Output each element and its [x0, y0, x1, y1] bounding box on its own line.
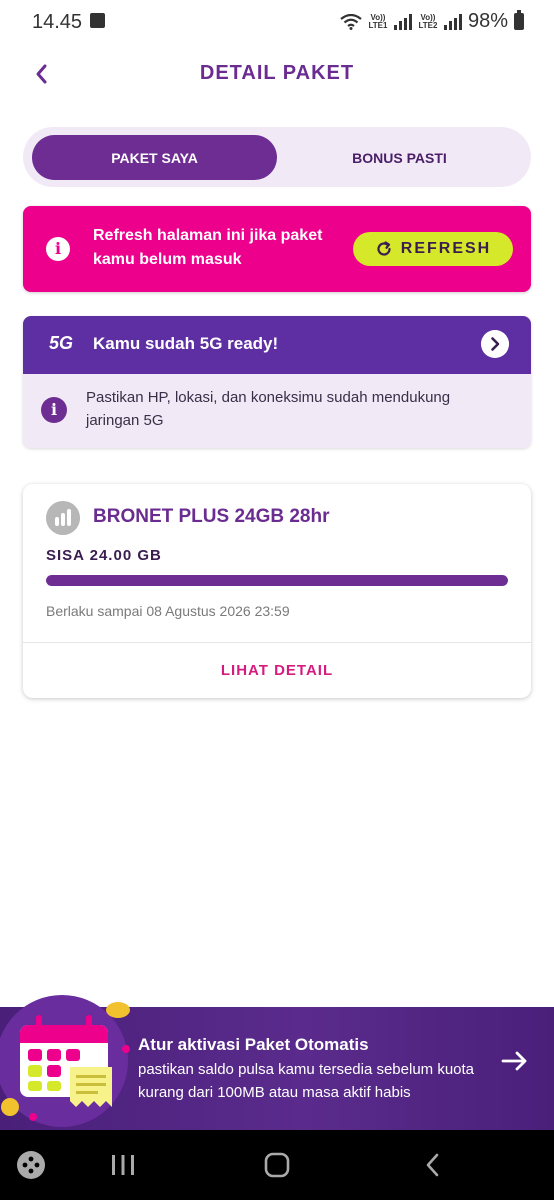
refresh-message: Refresh halaman ini jika paket kamu belu…: [93, 227, 323, 268]
promo-body: pastikan saldo pulsa kamu tersedia sebel…: [138, 1061, 475, 1101]
tab-paket-saya[interactable]: PAKET SAYA: [32, 135, 277, 180]
signal-bars-icon: [393, 13, 412, 30]
page-header: DETAIL PAKET: [0, 52, 554, 96]
refresh-button-label: REFRESH: [400, 240, 492, 257]
info-icon: i: [41, 397, 67, 423]
quota-progress-fill: [46, 575, 508, 586]
tab-bar: PAKET SAYA BONUS PASTI: [23, 127, 531, 187]
package-card: BRONET PLUS 24GB 28hr SISA 24.00 GB Berl…: [23, 484, 531, 698]
quota-progress-bar: [46, 575, 508, 586]
notification-check-icon: [90, 13, 105, 28]
calendar-illustration-icon: [0, 995, 130, 1127]
package-name: BRONET PLUS 24GB 28hr: [93, 506, 330, 527]
fiveg-info-text: Pastikan HP, lokasi, dan koneksimu sudah…: [86, 389, 451, 429]
package-validity: Berlaku sampai 08 Agustus 2026 23:59: [46, 603, 290, 619]
system-navigation-bar: [0, 1130, 554, 1200]
page-title: DETAIL PAKET: [199, 62, 355, 84]
wifi-icon: [340, 13, 362, 30]
home-icon[interactable]: [262, 1150, 292, 1180]
refresh-icon: [377, 241, 391, 256]
status-bar: 14.45 Vo)) LTE1 Vo)) LTE2 98%: [0, 0, 554, 44]
back-icon[interactable]: [418, 1150, 448, 1180]
refresh-banner: i Refresh halaman ini jika paket kamu be…: [23, 206, 531, 292]
promo-title: Atur aktivasi Paket Otomatis: [138, 1035, 369, 1054]
status-icons: Vo)) LTE1 Vo)) LTE2 98%: [340, 10, 524, 33]
view-detail-link[interactable]: LIHAT DETAIL: [23, 642, 531, 698]
fiveg-header[interactable]: 5G Kamu sudah 5G ready!: [23, 316, 531, 374]
game-controller-icon[interactable]: [16, 1150, 46, 1180]
fiveg-logo-icon: 5G: [49, 333, 74, 353]
recent-apps-icon[interactable]: [108, 1150, 138, 1180]
arrow-right-icon[interactable]: [500, 1049, 530, 1073]
sim2-label: Vo)) LTE2: [418, 12, 438, 30]
fiveg-title: Kamu sudah 5G ready!: [93, 334, 279, 353]
signal-bars-icon: [443, 13, 462, 30]
sim1-label: Vo)) LTE1: [368, 12, 388, 30]
info-icon: i: [46, 237, 70, 261]
battery-percent: 98%: [467, 10, 508, 32]
tab-bonus-pasti[interactable]: BONUS PASTI: [277, 135, 522, 180]
signal-bars-icon: [46, 501, 80, 535]
chevron-right-icon[interactable]: [481, 330, 509, 358]
battery-icon: [514, 10, 524, 30]
status-time: 14.45: [32, 11, 83, 33]
fiveg-card: 5G Kamu sudah 5G ready! i Pastikan HP, l…: [23, 316, 531, 448]
package-remaining: SISA 24.00 GB: [46, 547, 162, 564]
refresh-button[interactable]: REFRESH: [353, 232, 513, 266]
